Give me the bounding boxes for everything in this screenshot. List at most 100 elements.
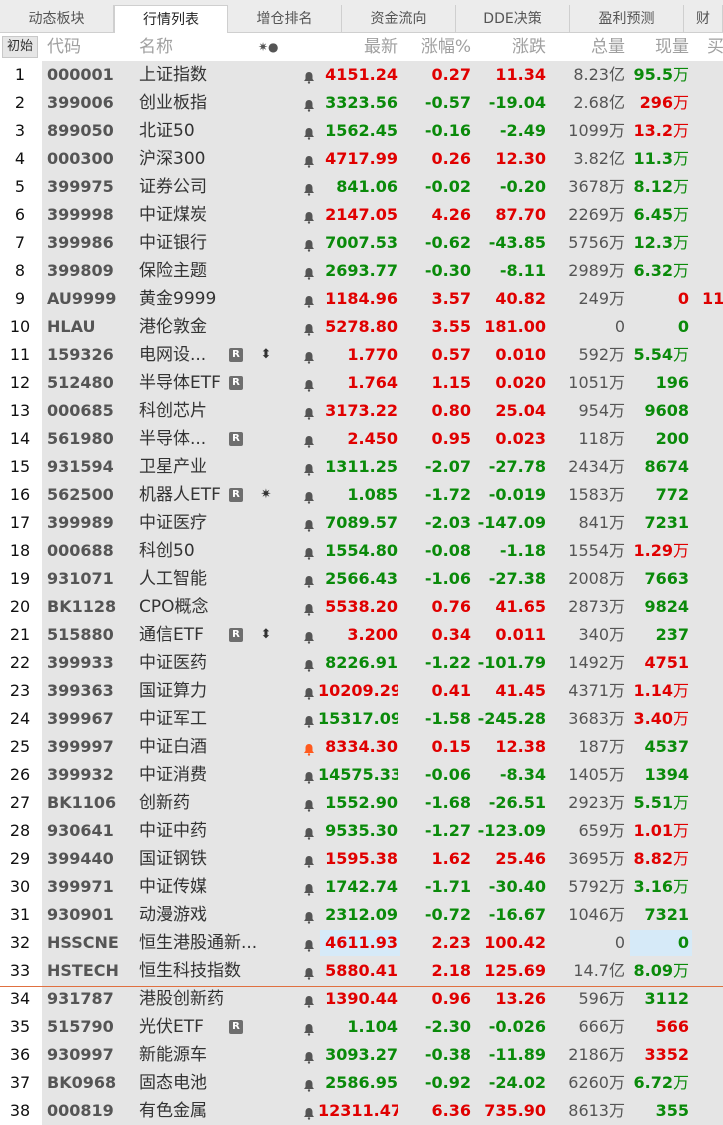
header-volume[interactable]: 总量 (553, 33, 625, 61)
table-row[interactable]: 2 399006 创业板指 3323.56 -0.57 -19.04 2.68亿 296万 (0, 89, 723, 117)
alert-bell-icon[interactable] (303, 797, 317, 812)
current-volume-value: 5.54 (633, 345, 673, 364)
table-row[interactable]: 29 399440 国证钢铁 1595.38 1.62 25.46 3695万 8.82万 (0, 845, 723, 873)
table-row[interactable]: 38 000819 有色金属 12311.47 6.36 735.90 8613万 355 (0, 1097, 723, 1125)
current-volume: 3352 (627, 1041, 689, 1069)
table-row[interactable]: 10 HLAU 港伦敦金 5278.80 3.55 181.00 0 0 (0, 313, 723, 341)
table-row[interactable]: 13 000685 科创芯片 3173.22 0.80 25.04 954万 9608 (0, 397, 723, 425)
table-row[interactable]: 21 515880 通信ETF R ⬍ 3.200 0.34 0.011 340万 237 (0, 621, 723, 649)
row-number: 34 (0, 985, 40, 1013)
tab-1[interactable]: 行情列表 (114, 5, 228, 34)
tab-4[interactable]: DDE决策 (456, 5, 570, 33)
header-code[interactable]: 代码 (47, 33, 107, 61)
alert-bell-icon[interactable] (303, 69, 317, 84)
alert-bell-icon[interactable] (303, 713, 317, 728)
alert-bell-icon[interactable] (303, 237, 317, 252)
alert-bell-icon[interactable] (303, 405, 317, 420)
alert-bell-icon[interactable] (303, 349, 317, 364)
row-number: 16 (0, 481, 40, 509)
table-row[interactable]: 35 515790 光伏ETF R 1.104 -2.30 -0.026 666万 566 (0, 1013, 723, 1041)
table-row[interactable]: 11 159326 电网设... R ⬍ 1.770 0.57 0.010 592万 5.54万 (0, 341, 723, 369)
tab-2[interactable]: 增仓排名 (228, 5, 342, 33)
table-row[interactable]: 18 000688 科创50 1554.80 -0.08 -1.18 1554万 1.29万 (0, 537, 723, 565)
alert-bell-icon[interactable] (303, 573, 317, 588)
table-row[interactable]: 9 AU9999 黄金9999 1184.96 3.57 40.82 249万 0 11 (0, 285, 723, 313)
header-tag-icons[interactable]: ✷● (258, 33, 288, 61)
table-row[interactable]: 22 399933 中证医药 8226.91 -1.22 -101.79 1492万 4751 (0, 649, 723, 677)
alert-bell-icon[interactable] (303, 377, 317, 392)
alert-bell-icon[interactable] (303, 601, 317, 616)
alert-bell-icon[interactable] (303, 433, 317, 448)
table-row[interactable]: 5 399975 证券公司 841.06 -0.02 -0.20 3678万 8.12万 (0, 173, 723, 201)
alert-bell-icon[interactable] (303, 97, 317, 112)
alert-bell-icon[interactable] (303, 489, 317, 504)
alert-bell-active-icon[interactable] (303, 741, 317, 756)
header-extra[interactable]: 买 (707, 33, 723, 61)
alert-bell-icon[interactable] (303, 545, 317, 560)
header-last[interactable]: 最新 (318, 33, 398, 61)
table-row[interactable]: 3 899050 北证50 1562.45 -0.16 -2.49 1099万 13.2万 (0, 117, 723, 145)
alert-bell-icon[interactable] (303, 993, 317, 1008)
alert-bell-icon[interactable] (303, 937, 317, 952)
alert-bell-icon[interactable] (303, 965, 317, 980)
table-row[interactable]: 8 399809 保险主题 2693.77 -0.30 -8.11 2989万 6.32万 (0, 257, 723, 285)
table-row[interactable]: 31 930901 动漫游戏 2312.09 -0.72 -16.67 1046万 7321 (0, 901, 723, 929)
alert-bell-icon[interactable] (303, 881, 317, 896)
table-row[interactable]: 1 000001 上证指数 4151.24 0.27 11.34 8.23亿 95.5万 (0, 61, 723, 89)
alert-bell-icon[interactable] (303, 1077, 317, 1092)
alert-bell-icon[interactable] (303, 1105, 317, 1120)
table-row[interactable]: 20 BK1128 CPO概念 5538.20 0.76 41.65 2873万 9824 (0, 593, 723, 621)
alert-bell-icon[interactable] (303, 909, 317, 924)
alert-bell-icon[interactable] (303, 657, 317, 672)
table-row[interactable]: 30 399971 中证传媒 1742.74 -1.71 -30.40 5792万 3.16万 (0, 873, 723, 901)
table-row[interactable]: 17 399989 中证医疗 7089.57 -2.03 -147.09 841万 7231 (0, 509, 723, 537)
alert-bell-icon[interactable] (303, 209, 317, 224)
tab-6[interactable]: 财 (684, 5, 723, 33)
alert-bell-icon[interactable] (303, 853, 317, 868)
alert-bell-icon[interactable] (303, 293, 317, 308)
tab-3[interactable]: 资金流向 (342, 5, 456, 33)
alert-bell-icon[interactable] (303, 153, 317, 168)
table-row[interactable]: 33 HSTECH 恒生科技指数 5880.41 2.18 125.69 14.7亿 8.09… (0, 957, 723, 985)
alert-bell-icon[interactable] (303, 825, 317, 840)
table-row[interactable]: 15 931594 卫星产业 1311.25 -2.07 -27.78 2434万 8674 (0, 453, 723, 481)
alert-bell-icon[interactable] (303, 1049, 317, 1064)
alert-bell-icon[interactable] (303, 181, 317, 196)
sort-reset-button[interactable]: 初始 (2, 36, 38, 58)
table-row[interactable]: 23 399363 国证算力 10209.29 0.41 41.45 4371万 1.14万 (0, 677, 723, 705)
alert-bell-icon[interactable] (303, 1021, 317, 1036)
table-row[interactable]: 7 399986 中证银行 7007.53 -0.62 -43.85 5756万 12.3万 (0, 229, 723, 257)
stock-name: 动漫游戏 (139, 905, 207, 925)
table-row[interactable]: 25 399997 中证白酒 8334.30 0.15 12.38 187万 4537 (0, 733, 723, 761)
alert-bell-icon[interactable] (303, 769, 317, 784)
table-row[interactable]: 4 000300 沪深300 4717.99 0.26 12.30 3.82亿 11.3万 (0, 145, 723, 173)
table-row[interactable]: 27 BK1106 创新药 1552.90 -1.68 -26.51 2923万 5.51万 (0, 789, 723, 817)
table-row[interactable]: 32 HSSCNE 恒生港股通新... 4611.93 2.23 100.42 0 0 (0, 929, 723, 957)
tab-5[interactable]: 盈利预测 (570, 5, 684, 33)
alert-bell-icon[interactable] (303, 125, 317, 140)
alert-bell-icon[interactable] (303, 321, 317, 336)
alert-bell-icon[interactable] (303, 461, 317, 476)
table-row[interactable]: 37 BK0968 固态电池 2586.95 -0.92 -24.02 6260万 6.72万 (0, 1069, 723, 1097)
table-row[interactable]: 26 399932 中证消费 14575.33 -0.06 -8.34 1405万 1394 (0, 761, 723, 789)
table-row[interactable]: 19 931071 人工智能 2566.43 -1.06 -27.38 2008万 7663 (0, 565, 723, 593)
table-row[interactable]: 14 561980 半导体... R 2.450 0.95 0.023 118万 200 (0, 425, 723, 453)
table-row[interactable]: 12 512480 半导体ETF R 1.764 1.15 0.020 1051万 196 (0, 369, 723, 397)
table-row[interactable]: 36 930997 新能源车 3093.27 -0.38 -11.89 2186万 3352 (0, 1041, 723, 1069)
alert-bell-icon[interactable] (303, 265, 317, 280)
tab-0[interactable]: 动态板块 (0, 5, 114, 33)
table-row[interactable]: 34 931787 港股创新药 1390.44 0.96 13.26 596万 3112 (0, 985, 723, 1013)
alert-bell-icon[interactable] (303, 685, 317, 700)
table-row[interactable]: 28 930641 中证中药 9535.30 -1.27 -123.09 659万 1.01万 (0, 817, 723, 845)
table-row[interactable]: 6 399998 中证煤炭 2147.05 4.26 87.70 2269万 6.45万 (0, 201, 723, 229)
header-pct[interactable]: 涨幅% (405, 33, 471, 61)
table-row[interactable]: 24 399967 中证军工 15317.09 -1.58 -245.28 3683万 3.4… (0, 705, 723, 733)
alert-bell-icon[interactable] (303, 517, 317, 532)
alert-bell-icon[interactable] (303, 629, 317, 644)
table-row[interactable]: 16 562500 机器人ETF R ✷ 1.085 -1.72 -0.019 1583万 772 (0, 481, 723, 509)
header-current[interactable]: 现量 (627, 33, 689, 61)
current-volume-value: 6.72 (633, 1073, 673, 1092)
change-value: -0.019 (488, 485, 546, 504)
header-name[interactable]: 名称 (139, 33, 199, 61)
header-change[interactable]: 涨跌 (475, 33, 546, 61)
